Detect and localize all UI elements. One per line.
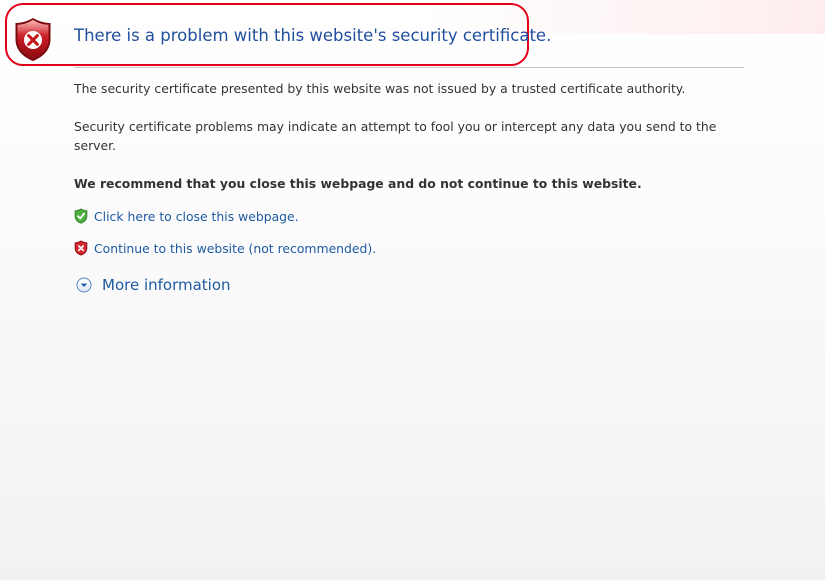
- more-information-label[interactable]: More information: [102, 276, 231, 294]
- close-webpage-link[interactable]: Click here to close this webpage.: [94, 209, 299, 224]
- continue-website-link[interactable]: Continue to this website (not recommende…: [94, 241, 376, 256]
- shield-error-icon: [15, 18, 51, 61]
- warning-message: Security certificate problems may indica…: [74, 119, 717, 153]
- continue-website-row[interactable]: Continue to this website (not recommende…: [74, 239, 376, 257]
- shield-check-icon: [74, 208, 88, 224]
- recommendation-message: We recommend that you close this webpage…: [74, 176, 642, 191]
- close-webpage-row[interactable]: Click here to close this webpage.: [74, 207, 299, 225]
- shield-error-small-icon: [74, 240, 88, 256]
- issuer-message: The security certificate presented by th…: [74, 81, 686, 96]
- more-information-toggle[interactable]: More information: [76, 275, 231, 295]
- expand-circle-icon: [76, 277, 92, 293]
- title-divider: [74, 67, 744, 68]
- page-title: There is a problem with this website's s…: [74, 26, 552, 45]
